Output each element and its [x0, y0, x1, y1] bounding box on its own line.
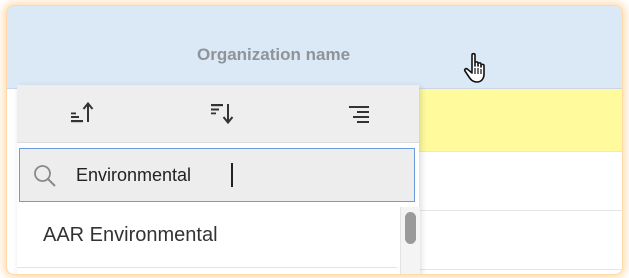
- sort-toolbar: [17, 85, 419, 143]
- hand-cursor-icon: [463, 52, 485, 83]
- scrollbar-thumb[interactable]: [405, 212, 416, 244]
- scrollbar[interactable]: [400, 207, 420, 274]
- column-header-title: Organization name: [197, 45, 351, 64]
- table-row[interactable]: [419, 211, 622, 270]
- list-item[interactable]: AAR Environmental: [17, 207, 397, 268]
- sort-ascending-icon[interactable]: [67, 99, 97, 129]
- text-caret: [231, 163, 233, 187]
- results-list: AAR Environmental: [17, 207, 420, 274]
- column-header[interactable]: Organization name: [7, 6, 622, 89]
- search-input[interactable]: [76, 160, 396, 190]
- table-row[interactable]: [419, 152, 622, 211]
- list-item-label: AAR Environmental: [43, 224, 218, 246]
- table-row-highlighted[interactable]: [419, 89, 622, 152]
- sort-descending-icon[interactable]: [207, 99, 237, 129]
- column-filter-dropdown: AAR Environmental: [17, 85, 420, 274]
- align-right-lines-icon[interactable]: [345, 99, 375, 129]
- table-frame: Organization name Environmental AAR Envi…: [6, 5, 623, 275]
- search-box: [19, 148, 415, 202]
- search-icon: [34, 165, 56, 187]
